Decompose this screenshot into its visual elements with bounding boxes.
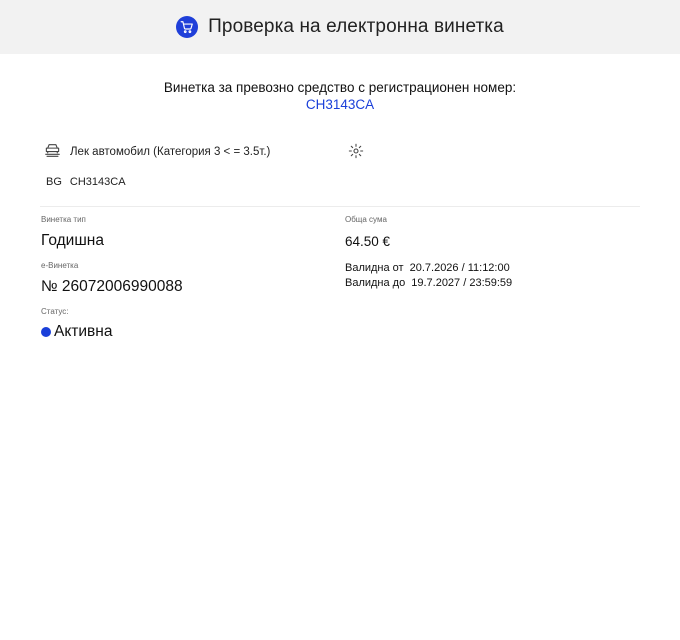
cart-icon bbox=[176, 16, 199, 38]
header-inner: Проверка на електронна винетка bbox=[176, 16, 504, 38]
intro-block: Винетка за превозно средство с регистрац… bbox=[0, 80, 680, 112]
page-title: Проверка на електронна винетка bbox=[208, 16, 504, 37]
valid-from-row: Валидна от 20.7.2026 / 11:12:00 bbox=[345, 262, 510, 274]
vehicle-category: Лек автомобил (Категория 3 < = 3.5т.) bbox=[70, 146, 271, 158]
total-sum-value: 64.50 € bbox=[345, 234, 391, 249]
page-header: Проверка на електронна винетка bbox=[0, 0, 680, 54]
status-badge: Активна bbox=[41, 323, 112, 341]
divider bbox=[40, 206, 640, 207]
valid-to-label: Валидна до bbox=[345, 277, 406, 289]
evignette-number: № 26072006990088 bbox=[41, 278, 183, 295]
vignette-type-label: Винетка тип bbox=[41, 215, 86, 224]
vignette-type-value: Годишна bbox=[41, 232, 104, 249]
plate-row: BG CH3143CA bbox=[46, 176, 126, 188]
car-icon bbox=[44, 142, 61, 162]
valid-to-row: Валидна до 19.7.2027 / 23:59:59 bbox=[345, 277, 512, 289]
status-dot bbox=[41, 327, 51, 337]
status-label: Статус: bbox=[41, 307, 69, 316]
status-value: Активна bbox=[54, 323, 113, 340]
total-sum-label: Обща сума bbox=[345, 215, 387, 224]
valid-from-value: 20.7.2026 / 11:12:00 bbox=[409, 262, 510, 274]
gear-icon[interactable] bbox=[348, 143, 364, 164]
valid-to-value: 19.7.2027 / 23:59:59 bbox=[411, 277, 513, 289]
plate-number: CH3143CA bbox=[69, 176, 126, 188]
country-code: BG bbox=[46, 176, 62, 188]
vehicle-category-row: Лек автомобил (Категория 3 < = 3.5т.) bbox=[44, 142, 270, 162]
intro-plate-number: CH3143CA bbox=[305, 97, 375, 112]
intro-text: Винетка за превозно средство с регистрац… bbox=[163, 80, 517, 95]
vignette-check-page: Проверка на електронна винетка Винетка з… bbox=[0, 0, 680, 640]
evignette-label: е-Винетка bbox=[41, 261, 79, 270]
valid-from-label: Валидна от bbox=[345, 262, 404, 274]
